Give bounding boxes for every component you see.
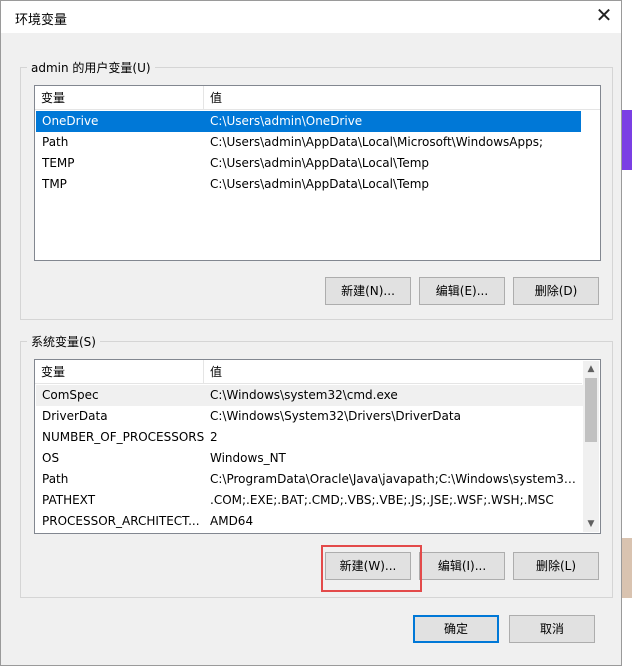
- variable-name: NUMBER_OF_PROCESSORS: [42, 430, 205, 444]
- system-var-row-driverdata[interactable]: DriverData C:\Windows\System32\Drivers\D…: [36, 406, 583, 427]
- variable-name: PROCESSOR_ARCHITECT...: [42, 514, 200, 528]
- user-variables-label: admin 的用户变量(U): [31, 61, 151, 75]
- variable-value: AMD64: [210, 514, 254, 528]
- environment-variables-dialog: 环境变量 ✕ admin 的用户变量(U) 变量 值 OneDrive C:\U…: [0, 0, 622, 666]
- system-delete-button[interactable]: 删除(L): [513, 552, 599, 580]
- variable-name: ComSpec: [42, 388, 99, 402]
- list-header: 变量 值: [35, 86, 600, 110]
- title-bar: 环境变量 ✕: [1, 1, 621, 33]
- user-var-row-tmp[interactable]: TMP C:\Users\admin\AppData\Local\Temp: [36, 174, 581, 195]
- user-var-row-temp[interactable]: TEMP C:\Users\admin\AppData\Local\Temp: [36, 153, 581, 174]
- variable-name: TEMP: [42, 156, 75, 170]
- variable-value: C:\Windows\system32\cmd.exe: [210, 388, 398, 402]
- scroll-thumb[interactable]: [585, 378, 597, 442]
- variable-name: PATHEXT: [42, 493, 96, 507]
- variable-name: OneDrive: [42, 114, 99, 128]
- variable-name: DriverData: [42, 409, 108, 423]
- desktop-wallpaper-edge: [622, 0, 632, 666]
- wallpaper-figure: [622, 538, 632, 598]
- user-var-row-path[interactable]: Path C:\Users\admin\AppData\Local\Micros…: [36, 132, 581, 153]
- system-var-row-path[interactable]: Path C:\ProgramData\Oracle\Java\javapath…: [36, 469, 583, 490]
- system-var-row-comspec[interactable]: ComSpec C:\Windows\system32\cmd.exe: [36, 385, 583, 406]
- wallpaper-accent: [622, 110, 632, 170]
- cancel-button[interactable]: 取消: [509, 615, 595, 643]
- user-new-button[interactable]: 新建(N)...: [325, 277, 411, 305]
- system-var-row-processor-architecture[interactable]: PROCESSOR_ARCHITECT... AMD64: [36, 511, 583, 532]
- system-edit-button[interactable]: 编辑(I)...: [419, 552, 505, 580]
- variable-name: TMP: [42, 177, 67, 191]
- system-variables-list[interactable]: 变量 值 ComSpec C:\Windows\system32\cmd.exe…: [34, 359, 601, 534]
- variable-name: OS: [42, 451, 60, 465]
- list-header: 变量 值: [35, 360, 582, 384]
- window-title: 环境变量: [15, 13, 68, 28]
- user-variables-list[interactable]: 变量 值 OneDrive C:\Users\admin\OneDrive Pa…: [34, 85, 601, 261]
- column-header-variable[interactable]: 变量: [35, 360, 204, 384]
- variable-value: C:\Users\admin\AppData\Local\Microsoft\W…: [210, 135, 543, 149]
- callout-highlight: [321, 545, 422, 592]
- user-edit-button[interactable]: 编辑(E)...: [419, 277, 505, 305]
- variable-value: C:\Users\admin\AppData\Local\Temp: [210, 177, 430, 191]
- column-header-value[interactable]: 值: [204, 86, 600, 110]
- variable-name: Path: [42, 135, 69, 149]
- close-icon[interactable]: ✕: [591, 3, 617, 29]
- user-delete-button[interactable]: 删除(D): [513, 277, 599, 305]
- system-var-row-pathext[interactable]: PATHEXT .COM;.EXE;.BAT;.CMD;.VBS;.VBE;.J…: [36, 490, 583, 511]
- vertical-scrollbar[interactable]: ▲ ▼: [583, 361, 599, 532]
- variable-value: C:\Windows\System32\Drivers\DriverData: [210, 409, 461, 423]
- scroll-up-icon[interactable]: ▲: [583, 361, 599, 377]
- variable-value: C:\Users\admin\OneDrive: [210, 114, 363, 128]
- column-header-variable[interactable]: 变量: [35, 86, 204, 110]
- variable-value: 2: [210, 430, 218, 444]
- system-var-row-os[interactable]: OS Windows_NT: [36, 448, 583, 469]
- system-var-row-number-of-processors[interactable]: NUMBER_OF_PROCESSORS 2: [36, 427, 583, 448]
- user-var-row-onedrive[interactable]: OneDrive C:\Users\admin\OneDrive: [36, 111, 581, 132]
- column-header-value[interactable]: 值: [204, 360, 582, 384]
- scroll-down-icon[interactable]: ▼: [583, 516, 599, 532]
- ok-button[interactable]: 确定: [413, 615, 499, 643]
- variable-value: Windows_NT: [210, 451, 286, 465]
- system-variables-label: 系统变量(S): [31, 335, 96, 349]
- variable-name: Path: [42, 472, 69, 486]
- variable-value: C:\Users\admin\AppData\Local\Temp: [210, 156, 430, 170]
- variable-value: C:\ProgramData\Oracle\Java\javapath;C:\W…: [210, 472, 580, 486]
- variable-value: .COM;.EXE;.BAT;.CMD;.VBS;.VBE;.JS;.JSE;.…: [210, 493, 554, 507]
